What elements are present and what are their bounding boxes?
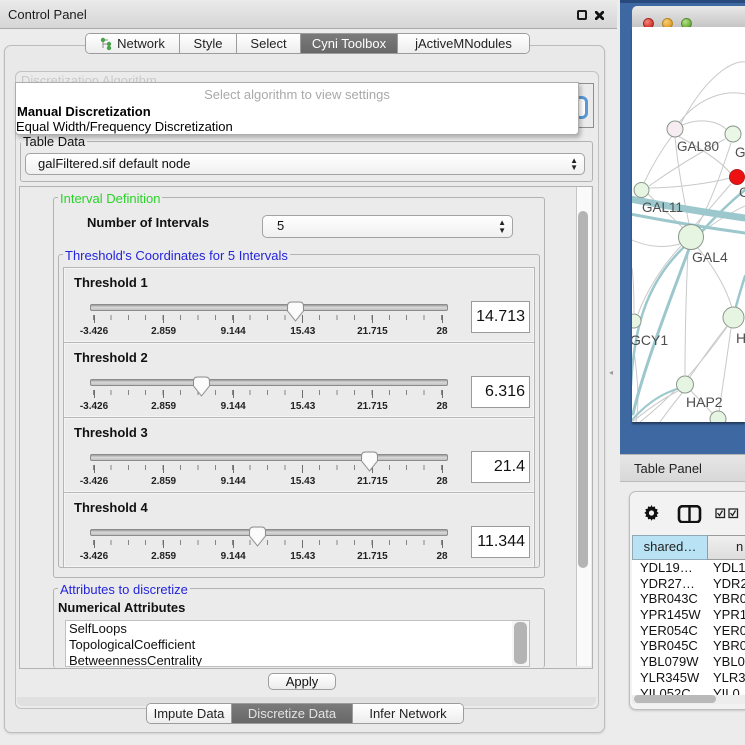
svg-text:GA: GA	[735, 145, 745, 160]
svg-text:C: C	[739, 185, 745, 200]
svg-text:GAL11: GAL11	[642, 200, 683, 215]
svg-text:HAP2: HAP2	[686, 394, 723, 410]
svg-text:H: H	[736, 330, 745, 346]
svg-text:GAL80: GAL80	[677, 139, 719, 154]
svg-text:GAL4: GAL4	[692, 249, 728, 265]
svg-text:GCY1: GCY1	[632, 332, 668, 348]
